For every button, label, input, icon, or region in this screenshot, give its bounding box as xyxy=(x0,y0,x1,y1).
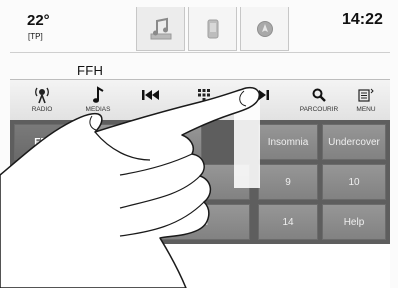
tab-audio[interactable] xyxy=(136,7,185,51)
medias-button[interactable]: MEDIAS xyxy=(72,80,124,120)
menu-icon xyxy=(340,86,392,104)
phone-icon xyxy=(189,7,236,50)
radio-label: RADIO xyxy=(31,106,53,113)
music-note-icon xyxy=(72,86,124,104)
preset-button[interactable]: Help xyxy=(322,204,386,240)
preset-button[interactable]: Undercover xyxy=(322,124,386,160)
radio-button[interactable]: RADIO xyxy=(16,80,68,120)
temperature-readout: 22° xyxy=(27,12,50,29)
preset-button[interactable]: 14 xyxy=(258,204,318,240)
tab-phone[interactable] xyxy=(188,7,237,51)
infotainment-screen: 22° [TP] 14:22 FFH RADIO MEDIAS T PARCOU… xyxy=(0,0,398,288)
search-icon xyxy=(293,86,345,104)
browse-button[interactable]: PARCOURIR xyxy=(293,80,345,120)
menu-button[interactable]: MENU xyxy=(340,80,392,120)
keypad-button[interactable]: T xyxy=(178,80,230,120)
preset-button[interactable] xyxy=(78,204,138,240)
preset-button[interactable]: SWR3 xyxy=(78,124,138,160)
swipe-trail xyxy=(234,100,260,188)
keypad-label: T xyxy=(202,106,206,113)
music-note-icon xyxy=(137,7,184,50)
preset-button[interactable] xyxy=(14,164,74,200)
tab-navigation[interactable] xyxy=(240,7,289,51)
preset-button[interactable] xyxy=(78,164,138,200)
browse-label: PARCOURIR xyxy=(299,106,339,113)
header-divider xyxy=(10,52,390,53)
preset-button[interactable]: 9 xyxy=(258,164,318,200)
radio-tower-icon xyxy=(16,86,68,104)
preset-button[interactable]: avlon xyxy=(142,204,250,240)
preset-button[interactable] xyxy=(14,204,74,240)
previous-button[interactable] xyxy=(125,80,177,120)
status-bar: 22° [TP] 14:22 xyxy=(10,5,390,53)
navigation-icon xyxy=(241,7,288,50)
menu-label: MENU xyxy=(356,106,376,113)
preset-grid: FFH SWR3 3 Insomnia Undercover Paris 9 1… xyxy=(10,120,390,244)
station-name: FFH xyxy=(77,63,104,78)
preset-button[interactable]: FFH xyxy=(14,124,74,160)
preset-button[interactable]: 3 xyxy=(142,124,202,160)
control-bar: RADIO MEDIAS T PARCOURIR MENU xyxy=(10,79,390,121)
skip-back-icon xyxy=(125,86,177,104)
traffic-program-indicator: [TP] xyxy=(28,32,43,41)
clock: 14:22 xyxy=(342,11,383,28)
preset-button[interactable]: Insomnia xyxy=(258,124,318,160)
preset-button[interactable]: 10 xyxy=(322,164,386,200)
keypad-icon xyxy=(178,86,230,104)
bottom-blank-area xyxy=(10,244,390,288)
medias-label: MEDIAS xyxy=(85,106,111,113)
